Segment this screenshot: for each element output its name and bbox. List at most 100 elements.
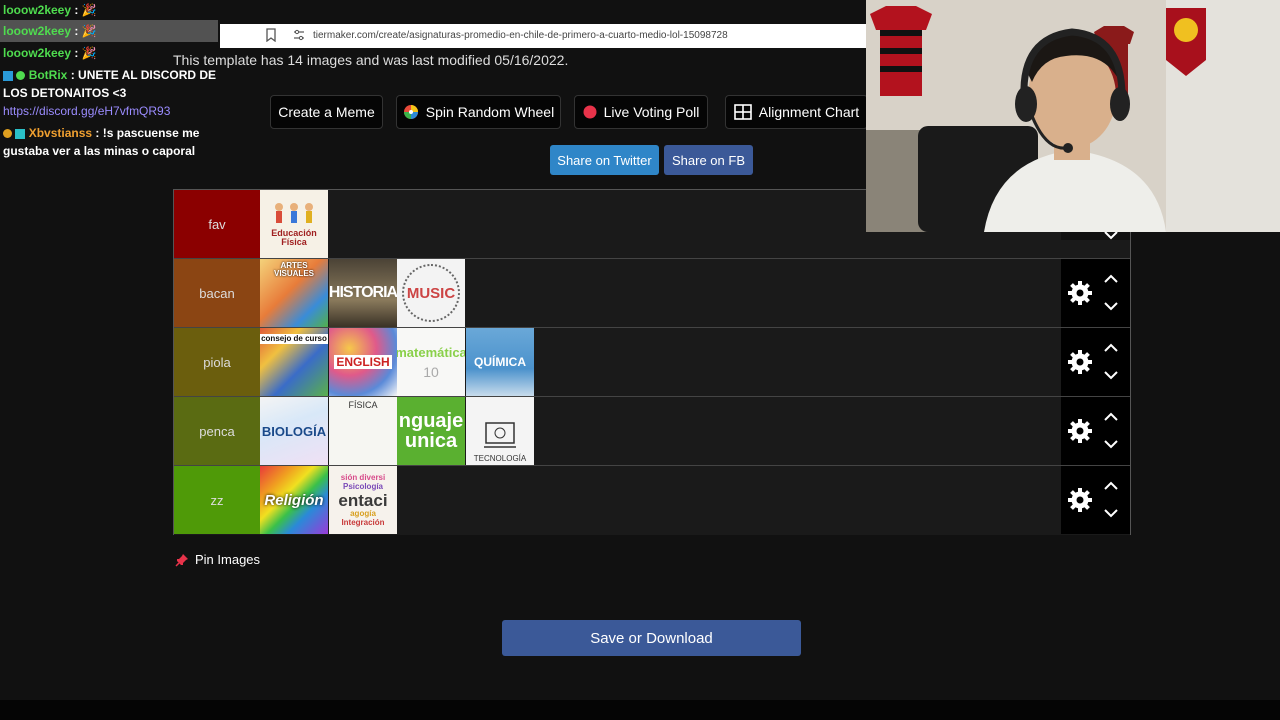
emote-icon: 🎉: [81, 24, 97, 38]
tier-list: fav Educación Física bacan ARTES VISUALE…: [173, 189, 1131, 535]
move-up-icon[interactable]: [1103, 274, 1119, 284]
url-text: tiermaker.com/create/asignaturas-promedi…: [313, 30, 728, 41]
tile-historia-text: HISTORIA: [329, 284, 397, 301]
tile-educacion-fisica[interactable]: Educación Física: [260, 190, 328, 258]
create-meme-button[interactable]: Create a Meme: [270, 95, 383, 129]
gear-icon[interactable]: [1067, 418, 1093, 444]
gear-icon[interactable]: [1067, 280, 1093, 306]
emote-icon: 🎉: [81, 46, 97, 60]
chat-message: looow2keey : 🎉: [3, 46, 97, 60]
tile-fisica-text: FÍSICA: [348, 400, 378, 410]
tier-row-zz: zz Religión sión diversi Psicología enta…: [174, 466, 1130, 535]
browser-url-bar[interactable]: tiermaker.com/create/asignaturas-promedi…: [220, 24, 868, 48]
tier-controls-piola: [1061, 328, 1130, 396]
chat-username: looow2keey: [3, 3, 72, 17]
verified-badge-icon: [16, 71, 26, 81]
emote-icon: 🎉: [81, 3, 97, 17]
tile-music[interactable]: MUSIC: [397, 259, 465, 327]
tile-matematica[interactable]: matemática 10: [397, 328, 465, 396]
tier-controls-zz: [1061, 466, 1130, 534]
chat-username: looow2keey: [3, 46, 72, 60]
tile-consejo-de-curso[interactable]: consejo de curso: [260, 328, 328, 396]
save-or-download-button[interactable]: Save or Download: [502, 620, 801, 656]
tile-orientacion-text-5: Integración: [341, 517, 385, 527]
tile-quimica-text: QUÍMICA: [474, 355, 526, 369]
move-down-icon[interactable]: [1103, 370, 1119, 380]
share-twitter-label: Share on Twitter: [557, 152, 652, 168]
tile-artes-visuales[interactable]: ARTES VISUALES: [260, 259, 328, 327]
tile-orientacion-text-3: entaci: [338, 490, 388, 510]
template-info-text: This template has 14 images and was last…: [173, 52, 569, 68]
alignment-chart-label: Alignment Chart: [758, 104, 860, 120]
wheel-icon: [403, 105, 418, 119]
tile-orientacion-text-4: agogía: [350, 508, 376, 518]
bot-badge-icon: [3, 70, 13, 81]
chat-username: Xbvstianss: [28, 126, 93, 140]
tile-orientacion-text-2: Psicología: [342, 481, 383, 491]
gear-icon[interactable]: [1067, 487, 1093, 513]
tile-lenguaje-text-2: unica: [404, 430, 458, 452]
chat-text-continued: LOS DETONAITOS <3: [3, 86, 127, 100]
tile-english-text: ENGLISH: [334, 355, 392, 369]
tile-tecnologia[interactable]: TECNOLOGÍA: [466, 397, 534, 465]
tile-historia[interactable]: HISTORIA: [329, 259, 397, 327]
move-up-icon[interactable]: [1103, 412, 1119, 422]
tile-religion[interactable]: Religión: [260, 466, 328, 534]
tile-orientacion[interactable]: sión diversi Psicología entaci agogía In…: [329, 466, 397, 534]
live-voting-poll-button[interactable]: Live Voting Poll: [574, 95, 708, 129]
move-down-icon[interactable]: [1103, 508, 1119, 518]
webcam-feed: [866, 0, 1280, 232]
alignment-chart-button[interactable]: Alignment Chart: [725, 95, 868, 129]
chat-username: looow2keey: [3, 24, 72, 38]
site-settings-icon[interactable]: [293, 29, 305, 41]
tier-label-piola[interactable]: piola: [174, 328, 260, 396]
move-up-icon[interactable]: [1103, 343, 1119, 353]
spin-random-wheel-button[interactable]: Spin Random Wheel: [396, 95, 561, 129]
badge-icon: [15, 128, 26, 139]
tile-biologia[interactable]: BIOLOGÍA: [260, 397, 328, 465]
tier-row-bacan: bacan ARTES VISUALES HISTORIA MUSIC: [174, 259, 1130, 328]
tile-religion-text: Religión: [264, 491, 324, 509]
gear-icon[interactable]: [1067, 349, 1093, 375]
tier-controls-penca: [1061, 397, 1130, 465]
pin-images-toggle[interactable]: Pin Images: [175, 552, 260, 567]
chat-message-botrix: BotRix : UNETE AL DISCORD DE: [3, 66, 216, 84]
tile-artes-visuales-text: ARTES VISUALES: [273, 261, 314, 278]
tile-lenguaje[interactable]: nguaje unica: [397, 397, 465, 465]
move-down-icon[interactable]: [1103, 439, 1119, 449]
subscriber-badge-icon: [3, 129, 12, 139]
move-up-icon[interactable]: [1103, 481, 1119, 491]
tile-fisica[interactable]: FÍSICA: [329, 397, 397, 465]
tile-music-text: MUSIC: [406, 284, 456, 302]
tile-consejo-text: consejo de curso: [260, 334, 328, 344]
tier-row-piola: piola consejo de curso ENGLISH matemátic…: [174, 328, 1130, 397]
share-fb-button[interactable]: Share on FB: [664, 145, 753, 175]
live-voting-poll-label: Live Voting Poll: [603, 104, 700, 120]
chat-username: BotRix: [28, 68, 68, 82]
chat-link[interactable]: https://discord.gg/eH7vfmQR93: [3, 102, 170, 120]
tile-tecnologia-text: TECNOLOGÍA: [473, 454, 527, 463]
grid-icon: [733, 104, 752, 120]
tier-label-fav[interactable]: fav: [174, 190, 260, 258]
tile-biologia-text: BIOLOGÍA: [261, 423, 327, 439]
tile-english[interactable]: ENGLISH: [329, 328, 397, 396]
tile-matematica-number: 10: [423, 363, 439, 380]
move-down-icon[interactable]: [1103, 301, 1119, 311]
tier-label-penca[interactable]: penca: [174, 397, 260, 465]
tile-educacion-fisica-text: Educación Física: [271, 228, 317, 247]
chat-message-xbvstianss: Xbvstianss : !s pascuense me: [3, 124, 199, 142]
tile-quimica[interactable]: QUÍMICA: [466, 328, 534, 396]
tier-label-bacan[interactable]: bacan: [174, 259, 260, 327]
create-meme-label: Create a Meme: [278, 104, 375, 120]
tier-row-penca: penca BIOLOGÍA FÍSICA nguaje unica TECNO…: [174, 397, 1130, 466]
share-twitter-button[interactable]: Share on Twitter: [550, 145, 659, 175]
stream-chat-overlay: looow2keey : 🎉 looow2keey : 🎉 looow2keey…: [0, 0, 218, 162]
record-dot-icon: [583, 105, 597, 119]
share-fb-label: Share on FB: [672, 152, 745, 168]
pin-images-label: Pin Images: [195, 552, 261, 567]
tier-label-zz[interactable]: zz: [174, 466, 260, 534]
streamer-webcam-image: [866, 0, 1280, 232]
tile-lenguaje-text-1: nguaje: [398, 410, 464, 432]
bottom-bar: [0, 700, 1280, 720]
bookmark-icon[interactable]: [266, 28, 276, 42]
